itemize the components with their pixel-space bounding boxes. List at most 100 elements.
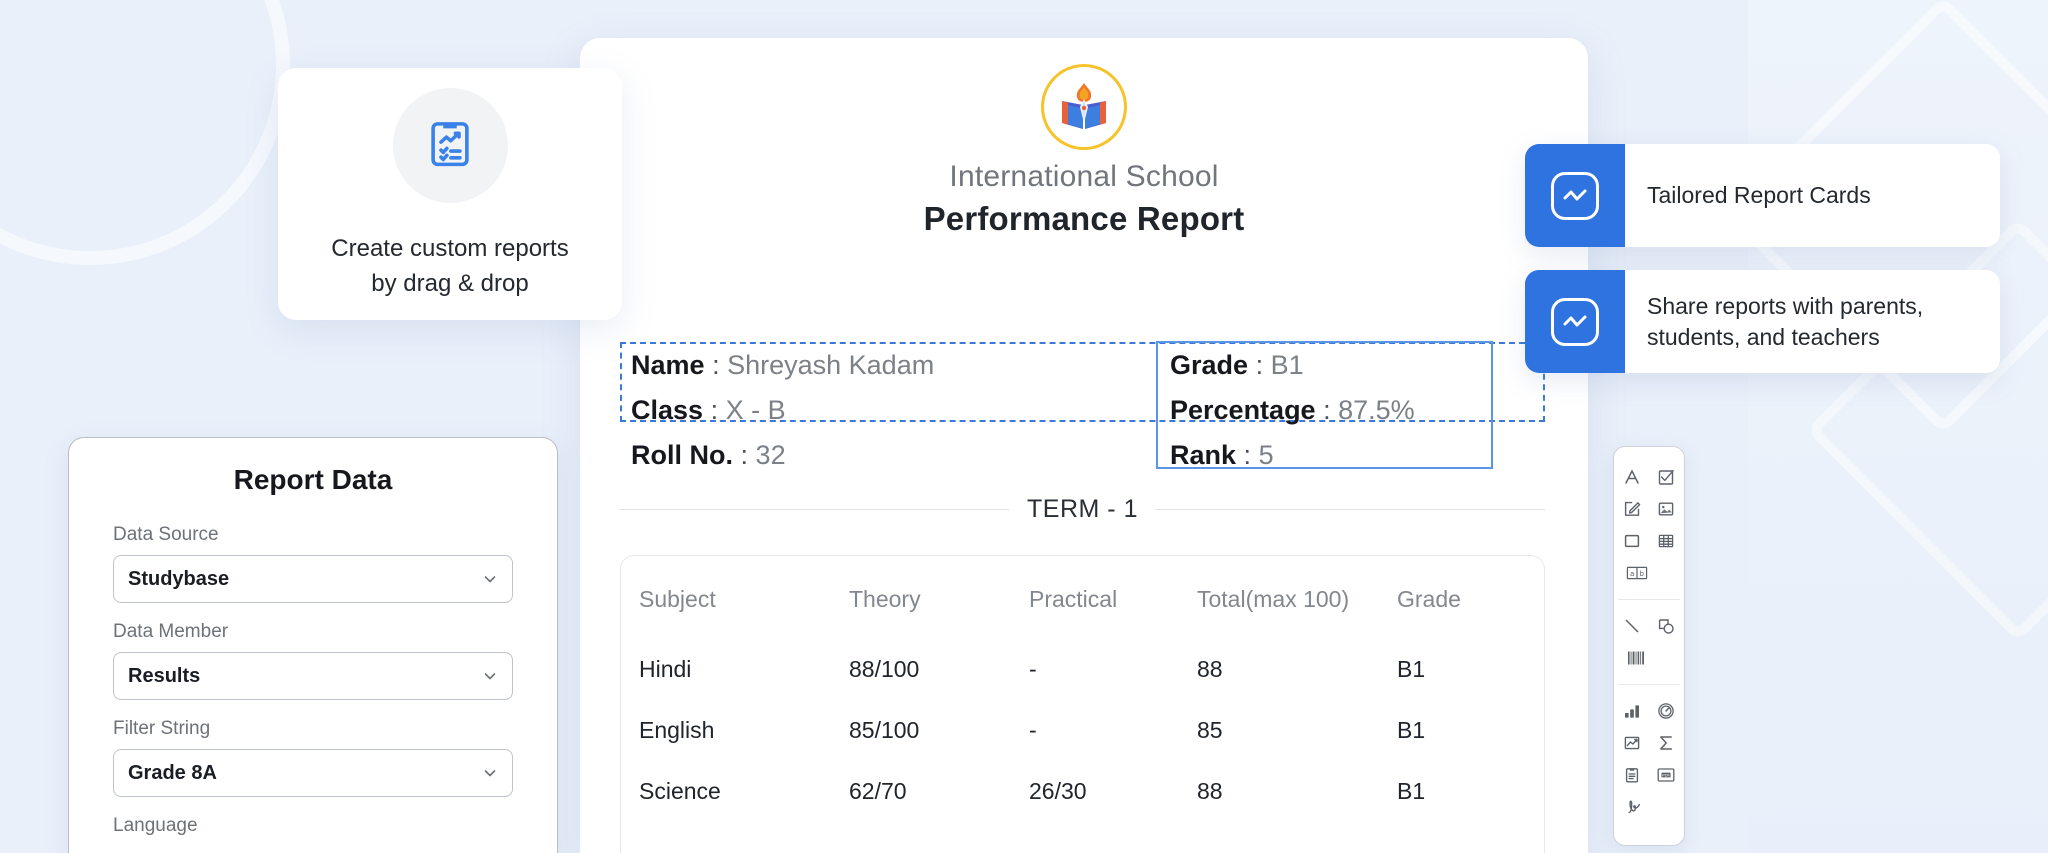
toolbar-row [1614, 791, 1684, 823]
student-info-content: Name : Shreyash Kadam Class : X - B Roll… [621, 341, 1546, 470]
svg-text:b: b [1640, 569, 1644, 578]
feature-pill-share-reports[interactable]: Share reports with parents, students, an… [1525, 270, 2000, 373]
field-key: Percentage [1170, 395, 1316, 425]
toolbar-row [1614, 695, 1684, 727]
shape-icon[interactable] [1655, 615, 1677, 637]
field-value: B1 [1270, 350, 1304, 380]
cell-total: 88 [1197, 656, 1223, 682]
student-result-row: Grade : B1 [1170, 343, 1491, 388]
cell-grade: B1 [1397, 717, 1426, 743]
field-key: Name [631, 350, 705, 380]
table-header-row: Subject Theory Practical Total(max 100) … [639, 556, 1526, 639]
two-column-ab-icon[interactable]: ab [1626, 562, 1648, 584]
panel-title: Report Data [233, 464, 393, 495]
clipboard-icon[interactable] [1621, 764, 1643, 786]
label-filter-string: Filter String [113, 718, 211, 739]
column-header-practical: Practical [1029, 586, 1118, 612]
bar-chart-icon[interactable] [1621, 700, 1643, 722]
signature-icon[interactable] [1626, 796, 1648, 818]
student-info-left-column[interactable]: Name : Shreyash Kadam Class : X - B Roll… [621, 343, 1156, 470]
pulse-wave-icon [1551, 297, 1599, 346]
toolbar-row: ab [1614, 557, 1684, 589]
table-grid-icon[interactable] [1655, 530, 1677, 552]
chevron-down-icon[interactable] [482, 571, 498, 587]
clipboard-report-icon [423, 116, 477, 175]
column-header-subject: Subject [639, 586, 716, 612]
feature-text-line-2: by drag & drop [371, 269, 529, 297]
field-key: Roll No. [631, 440, 733, 470]
field-separator: : [740, 440, 749, 470]
school-logo-wrap [580, 64, 1588, 150]
field-separator: : [710, 395, 719, 425]
image-icon[interactable] [1655, 498, 1677, 520]
select-filter-string[interactable]: Grade 8A [113, 749, 513, 797]
toolbar-separator [1618, 599, 1680, 600]
marks-table: Subject Theory Practical Total(max 100) … [639, 556, 1526, 822]
text-icon[interactable] [1621, 466, 1643, 488]
school-name: International School [949, 160, 1219, 193]
table-row: English 85/100 - 85 B1 [639, 700, 1526, 761]
toolbar-row [1614, 610, 1684, 642]
school-emblem-icon [1041, 64, 1127, 150]
barcode-icon[interactable] [1626, 647, 1648, 669]
term-label: TERM - 1 [1027, 495, 1138, 523]
rich-text-edit-icon[interactable] [1621, 498, 1643, 520]
field-key: Grade [1170, 350, 1249, 380]
divider-line-right [1155, 509, 1546, 510]
cell-subject: English [639, 717, 715, 743]
cell-practical: - [1029, 656, 1037, 682]
select-data-member[interactable]: Results [113, 652, 513, 700]
field-separator: : [712, 350, 720, 380]
sparkline-chart-icon[interactable] [1621, 732, 1643, 754]
toolbar-row [1614, 642, 1684, 674]
cell-grade: B1 [1397, 656, 1426, 682]
student-info-region[interactable]: Name : Shreyash Kadam Class : X - B Roll… [620, 341, 1546, 470]
table-row: Science 62/70 26/30 88 B1 [639, 761, 1526, 822]
toolbar-group-shapes [1614, 606, 1684, 678]
field-value: Shreyash Kadam [727, 350, 935, 380]
pulse-wave-icon [1551, 171, 1599, 220]
select-data-source-value: Studybase [128, 567, 230, 590]
student-result-right-column[interactable]: Grade : B1 Percentage : 87.5% Rank : 5 [1156, 341, 1493, 470]
gauge-icon[interactable] [1655, 700, 1677, 722]
field-value: 5 [1258, 440, 1274, 470]
pill-label: Share reports with parents, students, an… [1647, 292, 1924, 350]
panel-rectangle-icon[interactable] [1621, 530, 1643, 552]
select-data-source[interactable]: Studybase [113, 555, 513, 603]
table-row: Hindi 88/100 - 88 B1 [639, 639, 1526, 700]
term-divider: TERM - 1 [620, 495, 1546, 524]
chevron-down-icon[interactable] [482, 765, 498, 781]
toolbar-row [1614, 493, 1684, 525]
cell-practical: - [1029, 717, 1037, 743]
label-data-member: Data Member [113, 621, 229, 642]
svg-text:PDF: PDF [1662, 773, 1671, 778]
cell-total: 88 [1197, 778, 1223, 804]
feature-card-drag-drop[interactable]: Create custom reports by drag & drop [278, 68, 622, 320]
toolbar-row [1614, 727, 1684, 759]
chevron-down-icon[interactable] [482, 668, 498, 684]
field-key: Rank [1170, 440, 1237, 470]
feature-icon-bubble [392, 87, 508, 203]
feature-text-line-1: Create custom reports [331, 234, 569, 262]
pdf-icon[interactable]: PDF [1655, 764, 1677, 786]
cell-grade: B1 [1397, 778, 1426, 804]
marks-table-panel[interactable]: Subject Theory Practical Total(max 100) … [620, 555, 1545, 853]
column-header-theory: Theory [849, 586, 921, 612]
cell-theory: 62/70 [849, 778, 907, 804]
label-data-source: Data Source [113, 524, 219, 545]
checkbox-icon[interactable] [1655, 466, 1677, 488]
report-data-panel[interactable]: Report Data Data Source Studybase Data M… [68, 437, 558, 853]
field-separator: : [1323, 395, 1331, 425]
cell-subject: Science [639, 778, 721, 804]
sigma-sum-icon[interactable] [1655, 732, 1677, 754]
toolbar-row [1614, 525, 1684, 557]
pill-icon-container [1525, 270, 1625, 373]
column-header-grade: Grade [1397, 586, 1461, 612]
report-designer-toolbar[interactable]: ab PDF [1613, 446, 1685, 846]
line-icon[interactable] [1621, 615, 1643, 637]
field-separator: : [1243, 440, 1252, 470]
feature-pill-tailored-report-cards[interactable]: Tailored Report Cards [1525, 144, 2000, 247]
background-circle-shape [0, 0, 290, 265]
toolbar-group-data: PDF [1614, 691, 1684, 827]
cell-theory: 85/100 [849, 717, 920, 743]
